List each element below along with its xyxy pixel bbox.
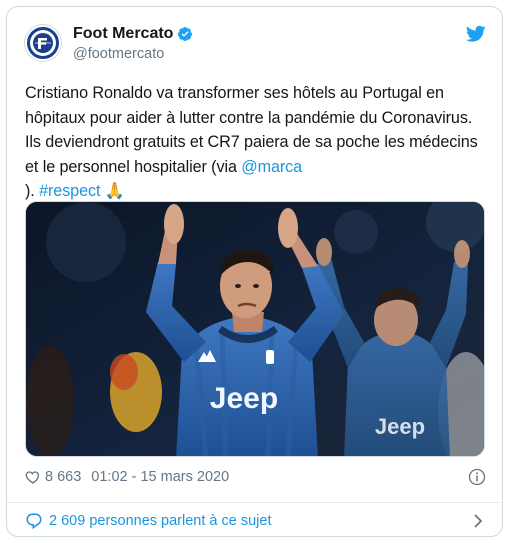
tweet-meta: 8 663 01:02 - 15 mars 2020 [25,466,486,488]
jersey-sponsor-text: Jeep [375,414,425,439]
hashtag-link[interactable]: #respect [39,182,100,200]
mention-link[interactable]: @marca [241,158,302,176]
like-button[interactable]: 8 663 [25,469,81,485]
tweet-line: ). #respect 🙏 [25,182,125,200]
tweet-photo[interactable]: Jeep Jeep [25,201,485,457]
account-names: Foot Mercato @footmercato [73,23,193,62]
like-count: 8 663 [45,469,82,485]
speech-bubble-icon [26,513,42,530]
tweet-line: Ils deviendront gratuits et CR7 paiera d… [25,133,478,151]
praying-hands-emoji: 🙏 [100,182,125,200]
conversation-text: 2 609 personnes parlent à ce sujet [49,513,272,529]
avatar[interactable] [25,25,61,61]
foot-mercato-logo [30,30,56,56]
tweet-card: Foot Mercato @footmercato Cristiano Rona… [6,6,503,537]
twitter-bird-icon[interactable] [466,25,486,43]
tweet-text: Cristiano Ronaldo va transformer ses hôt… [25,81,487,204]
conversation-link[interactable]: 2 609 personnes parlent à ce sujet [25,507,486,535]
tweet-line: Cristiano Ronaldo va transformer ses hôt… [25,84,444,102]
tweet-header: Foot Mercato @footmercato [25,23,486,73]
heart-icon [25,471,40,484]
handle[interactable]: @footmercato [73,46,193,62]
verified-badge-icon [178,27,193,41]
divider [7,502,502,503]
display-name[interactable]: Foot Mercato [73,25,173,43]
info-icon[interactable] [468,468,486,486]
chevron-right-icon [474,514,483,528]
jersey-sponsor-text: Jeep [210,382,278,415]
tweet-line: hôpitaux pour aider à lutter contre la p… [25,108,473,127]
tweet-line: et le personnel hospitalier (via @marca [25,157,303,176]
timestamp-link[interactable]: 01:02 - 15 mars 2020 [91,469,229,485]
